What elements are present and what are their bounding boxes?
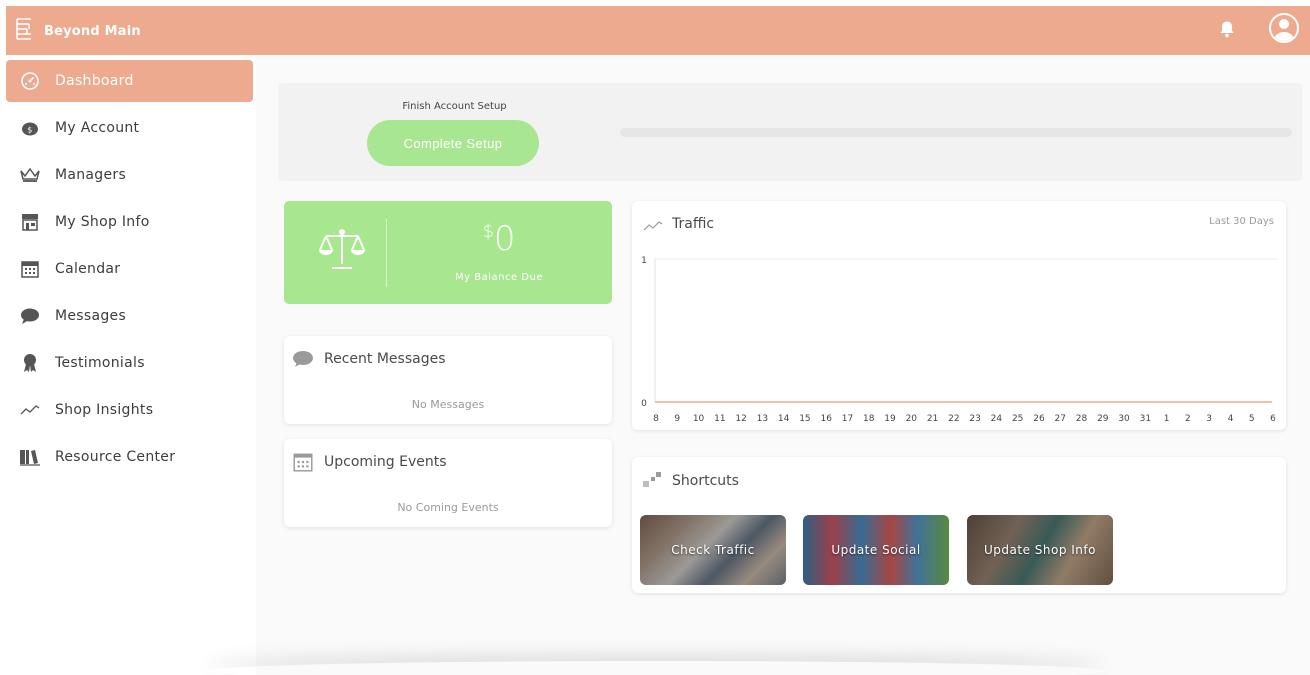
ladder-logo-icon (14, 18, 34, 44)
calendar-icon (19, 258, 41, 280)
dashboard-icon (19, 70, 41, 92)
balance-amount: $0 (386, 219, 612, 259)
x-tick-label: 21 (927, 414, 938, 424)
crown-icon (19, 164, 41, 186)
chat-icon (292, 350, 314, 372)
no-messages-text: No Messages (411, 398, 485, 411)
x-tick-label: 10 (693, 414, 705, 424)
svg-text:$: $ (27, 126, 32, 135)
x-tick-label: 23 (969, 414, 980, 424)
sidebar-item-my-account[interactable]: $ My Account (6, 107, 253, 149)
x-tick-label: 15 (799, 414, 810, 424)
x-tick-label: 16 (820, 414, 832, 424)
brand-name: Beyond Main (44, 23, 141, 39)
x-tick-label: 3 (1206, 414, 1212, 424)
piggy-bank-icon: $ (19, 117, 41, 139)
scale-icon (318, 228, 366, 274)
sidebar-item-testimonials[interactable]: Testimonials (6, 342, 253, 384)
balance-card: $0 My Balance Due (284, 201, 612, 304)
x-tick-label: 11 (714, 414, 725, 424)
sidebar-item-label: Managers (55, 167, 127, 183)
x-tick-label: 14 (778, 414, 790, 424)
traffic-card: Traffic Last 30 Days 1 0 8 9 10 11 12 13 14 15 16 1… (632, 201, 1286, 430)
shortcuts-title: Shortcuts (672, 473, 739, 489)
balance-value: 0 (493, 219, 516, 259)
sidebar-item-messages[interactable]: Messages (6, 295, 253, 337)
setup-title: Finish Account Setup (402, 101, 507, 112)
upcoming-events-title: Upcoming Events (324, 454, 447, 470)
shortcuts-icon (642, 471, 662, 493)
x-tick-label: 2 (1185, 414, 1191, 424)
award-icon (19, 352, 41, 374)
shortcuts-card: Shortcuts Check Traffic Update Social Up… (632, 457, 1286, 593)
sidebar-item-label: Dashboard (55, 73, 134, 89)
x-tick-label: 27 (1055, 414, 1066, 424)
bell-icon[interactable] (1219, 20, 1235, 42)
sidebar: Dashboard $ My Account Managers My Shop … (6, 55, 256, 675)
shortcut-label: Update Shop Info (984, 543, 1096, 557)
x-tick-label: 31 (1140, 414, 1151, 424)
sidebar-item-my-shop-info[interactable]: My Shop Info (6, 201, 253, 243)
sidebar-item-label: Messages (55, 308, 127, 324)
sidebar-item-calendar[interactable]: Calendar (6, 248, 253, 290)
sidebar-item-shop-insights[interactable]: Shop Insights (6, 389, 253, 431)
chat-icon (19, 305, 41, 327)
x-tick-label: 1 (1164, 414, 1170, 424)
calendar-icon (292, 451, 314, 477)
update-social-shortcut[interactable]: Update Social (803, 515, 949, 585)
y-tick-label: 0 (641, 399, 647, 409)
x-tick-label: 24 (991, 414, 1003, 424)
sidebar-item-label: My Shop Info (55, 214, 150, 230)
trend-line-icon (19, 399, 41, 421)
sidebar-item-resource-center[interactable]: Resource Center (6, 436, 253, 478)
sidebar-item-label: Shop Insights (55, 402, 154, 418)
currency-symbol: $ (482, 221, 494, 242)
x-tick-label: 28 (1076, 414, 1088, 424)
y-tick-label: 1 (641, 256, 647, 266)
shortcut-label: Update Social (831, 543, 921, 557)
brand[interactable]: Beyond Main (14, 18, 141, 44)
x-tick-label: 30 (1118, 414, 1130, 424)
recent-messages-title: Recent Messages (324, 351, 446, 367)
x-tick-label: 25 (1012, 414, 1023, 424)
recent-messages-card: Recent Messages No Messages (284, 336, 612, 424)
x-tick-label: 17 (842, 414, 853, 424)
shop-icon (19, 211, 41, 233)
sidebar-item-label: Testimonials (55, 355, 145, 371)
user-avatar-icon[interactable] (1269, 13, 1299, 43)
sidebar-item-managers[interactable]: Managers (6, 154, 253, 196)
x-tick-label: 5 (1249, 414, 1255, 424)
sidebar-item-label: Resource Center (55, 449, 176, 465)
top-bar: Beyond Main (6, 6, 1310, 55)
check-traffic-shortcut[interactable]: Check Traffic (640, 515, 786, 585)
sidebar-item-dashboard[interactable]: Dashboard (6, 60, 253, 102)
x-tick-label: 9 (674, 414, 680, 424)
x-tick-label: 18 (863, 414, 875, 424)
x-tick-label: 8 (653, 414, 659, 424)
x-tick-label: 12 (735, 414, 746, 424)
update-shop-info-shortcut[interactable]: Update Shop Info (967, 515, 1113, 585)
shortcut-label: Check Traffic (671, 543, 755, 557)
account-setup-panel: Finish Account Setup Complete Setup (278, 83, 1302, 181)
x-tick-label: 6 (1270, 414, 1276, 424)
x-tick-label: 13 (757, 414, 768, 424)
bottom-shadow (206, 661, 1106, 675)
complete-setup-button[interactable]: Complete Setup (367, 120, 539, 166)
book-icon (19, 446, 41, 468)
no-events-text: No Coming Events (397, 501, 499, 514)
upcoming-events-card: Upcoming Events No Coming Events (284, 439, 612, 527)
app-frame: Beyond Main Dashboard $ My Account Manag… (6, 6, 1310, 675)
x-tick-label: 4 (1228, 414, 1234, 424)
setup-progress-bar (620, 128, 1292, 137)
x-tick-label: 20 (906, 414, 918, 424)
x-tick-label: 22 (948, 414, 959, 424)
x-tick-label: 19 (884, 414, 896, 424)
traffic-chart: 108 9 10 11 12 13 14 15 16 17 18 19 20 21 22 23 24 25 26 27… (641, 256, 1277, 424)
sidebar-item-label: Calendar (55, 261, 121, 277)
x-tick-label: 29 (1097, 414, 1109, 424)
balance-label: My Balance Due (455, 272, 543, 283)
x-tick-label: 26 (1033, 414, 1045, 424)
sidebar-item-label: My Account (55, 120, 140, 136)
